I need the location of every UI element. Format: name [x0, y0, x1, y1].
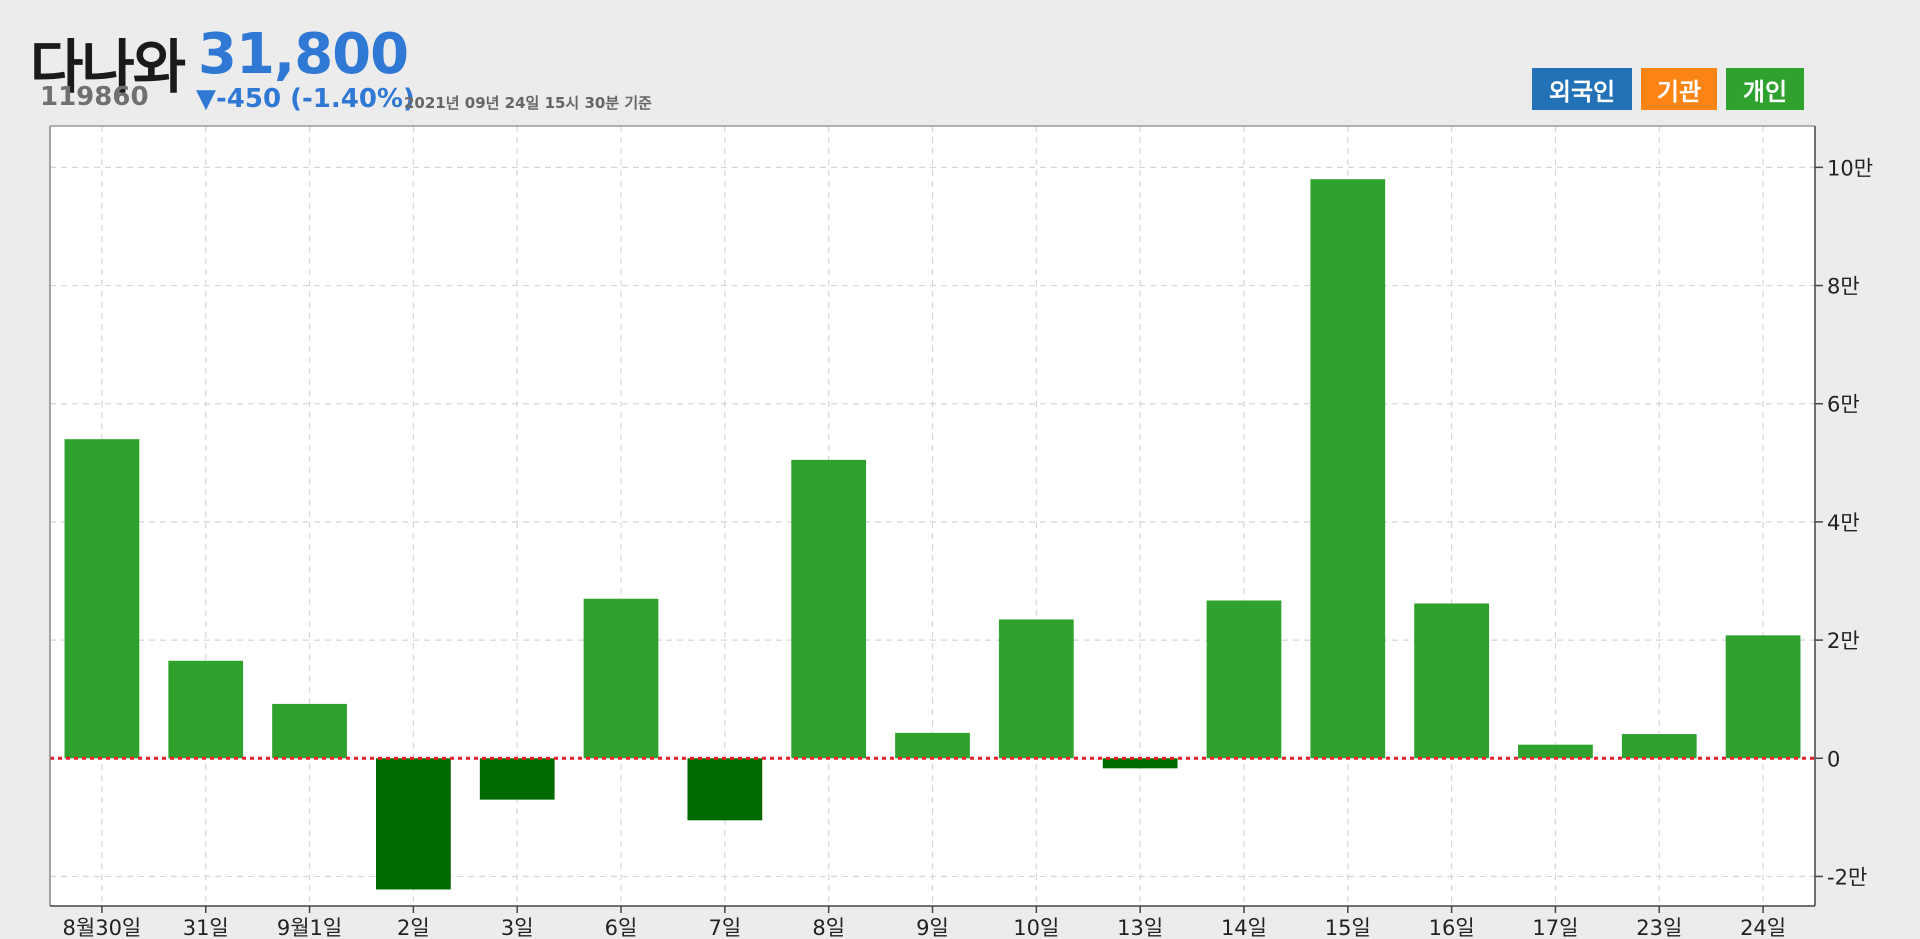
- bar-7일[interactable]: [687, 758, 763, 821]
- bar-24일[interactable]: [1725, 635, 1801, 759]
- bar-13일[interactable]: [1102, 758, 1178, 769]
- bar-16일[interactable]: [1414, 603, 1489, 759]
- bar-17일[interactable]: [1518, 744, 1593, 759]
- y-tick-label: 8만: [1827, 275, 1860, 299]
- x-tick-label: 24일: [1740, 916, 1786, 939]
- x-tick-label: 15일: [1325, 916, 1371, 939]
- y-tick-label: -2만: [1827, 865, 1867, 889]
- bar-14일[interactable]: [1206, 600, 1282, 759]
- bar-3일[interactable]: [479, 758, 555, 800]
- x-tick-label: 31일: [183, 916, 229, 939]
- bar-10일[interactable]: [998, 619, 1074, 759]
- x-tick-label: 23일: [1636, 916, 1682, 939]
- x-tick-label: 14일: [1221, 916, 1267, 939]
- x-tick-label: 8일: [812, 916, 845, 939]
- bar-15일[interactable]: [1310, 179, 1386, 759]
- x-tick-label: 3일: [501, 916, 534, 939]
- bar-2일[interactable]: [376, 758, 451, 890]
- bar-9월1일[interactable]: [272, 703, 347, 759]
- bar-31일[interactable]: [168, 660, 244, 759]
- x-tick-label: 10일: [1013, 916, 1059, 939]
- x-tick-label: 8월30일: [63, 916, 142, 939]
- x-tick-label: 17일: [1532, 916, 1578, 939]
- x-tick-label: 7일: [709, 916, 742, 939]
- y-tick-label: 4만: [1827, 511, 1860, 535]
- bar-8월30일[interactable]: [64, 439, 140, 759]
- y-tick-label: 0: [1827, 747, 1840, 771]
- x-tick-label: 9일: [916, 916, 949, 939]
- y-tick-label: 10만: [1827, 156, 1873, 180]
- y-tick-label: 6만: [1827, 393, 1860, 417]
- bar-6일[interactable]: [583, 598, 659, 759]
- x-tick-label: 16일: [1429, 916, 1475, 939]
- x-tick-label: 6일: [605, 916, 638, 939]
- y-tick-label: 2만: [1827, 629, 1860, 653]
- bar-8일[interactable]: [791, 459, 867, 759]
- x-tick-label: 9월1일: [277, 916, 342, 939]
- bar-23일[interactable]: [1621, 734, 1697, 759]
- x-tick-label: 2일: [397, 916, 430, 939]
- bar-9일[interactable]: [895, 732, 970, 759]
- investor-net-buy-chart: -2만 0 2만 4만 6만 8만 10만 8월30일 31일 9월1일 2일 3일 6일 7일 8일 9일 1…: [49, 125, 1873, 939]
- x-tick-label: 13일: [1117, 916, 1163, 939]
